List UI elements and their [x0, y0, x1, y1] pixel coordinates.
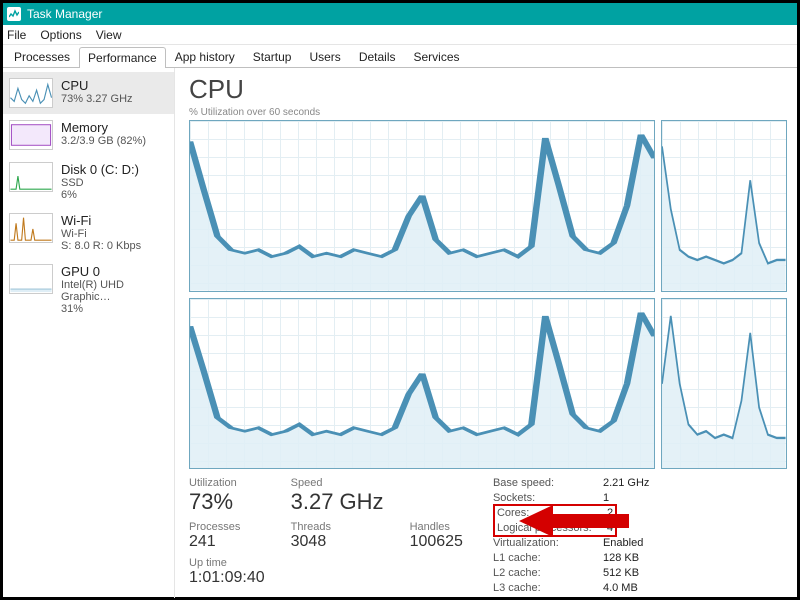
- speed-value: 3.27 GHz: [291, 489, 384, 515]
- menu-view[interactable]: View: [96, 28, 122, 42]
- gpu-thumb-icon: [9, 264, 53, 294]
- wifi-thumb-icon: [9, 213, 53, 243]
- sidebar-item-memory[interactable]: Memory 3.2/3.9 GB (82%): [3, 114, 174, 156]
- sidebar-item-wifi[interactable]: Wi-Fi Wi-Fi S: 8.0 R: 0 Kbps: [3, 207, 174, 258]
- cpu-thumb-icon: [9, 78, 53, 108]
- sidebar-item-sub2: S: 8.0 R: 0 Kbps: [61, 240, 141, 252]
- sidebar-item-gpu[interactable]: GPU 0 Intel(R) UHD Graphic… 31%: [3, 258, 174, 321]
- sidebar-item-sub2: 31%: [61, 303, 168, 315]
- l1-value: 128 KB: [603, 552, 649, 564]
- handles-value: 100625: [410, 533, 463, 551]
- base-speed-label: Base speed:: [493, 477, 603, 489]
- tab-details[interactable]: Details: [350, 46, 405, 67]
- threads-value: 3048: [291, 533, 384, 551]
- menu-bar: File Options View: [3, 25, 797, 45]
- tab-performance[interactable]: Performance: [79, 47, 166, 68]
- speed-label: Speed: [291, 477, 384, 489]
- sidebar-item-disk[interactable]: Disk 0 (C: D:) SSD 6%: [3, 156, 174, 207]
- content-area: CPU 73% 3.27 GHz Memory 3.2/3.9 GB (82%)…: [3, 68, 797, 598]
- processes-label: Processes: [189, 521, 265, 533]
- tab-startup[interactable]: Startup: [244, 46, 301, 67]
- sidebar-item-label: GPU 0: [61, 264, 168, 279]
- uptime-label: Up time: [189, 557, 265, 569]
- sidebar-item-label: Disk 0 (C: D:): [61, 162, 139, 177]
- tab-app-history[interactable]: App history: [166, 46, 244, 67]
- chart-grid: [189, 120, 787, 469]
- l3-label: L3 cache:: [493, 582, 603, 594]
- menu-options[interactable]: Options: [40, 28, 81, 42]
- cpu-info-table: Base speed: 2.21 GHz Sockets: 1: [493, 477, 649, 504]
- sidebar-item-sub: SSD: [61, 177, 139, 189]
- l1-label: L1 cache:: [493, 552, 603, 564]
- cpu-chart-core1-long: [189, 298, 655, 470]
- cpu-chart-core0-long: [189, 120, 655, 292]
- tab-strip: Processes Performance App history Startu…: [3, 45, 797, 67]
- memory-thumb-icon: [9, 120, 53, 150]
- tab-processes[interactable]: Processes: [5, 46, 79, 67]
- sidebar-item-cpu[interactable]: CPU 73% 3.27 GHz: [3, 72, 174, 114]
- sidebar-item-sub: 73% 3.27 GHz: [61, 93, 133, 105]
- sidebar: CPU 73% 3.27 GHz Memory 3.2/3.9 GB (82%)…: [3, 68, 175, 598]
- sidebar-item-label: Wi-Fi: [61, 213, 141, 228]
- app-icon: [7, 7, 21, 21]
- page-title: CPU: [189, 74, 787, 105]
- utilization-label: Utilization: [189, 477, 265, 489]
- sidebar-item-label: CPU: [61, 78, 133, 93]
- cpu-chart-core1-short: [661, 298, 787, 470]
- l3-value: 4.0 MB: [603, 582, 649, 594]
- l2-value: 512 KB: [603, 567, 649, 579]
- sidebar-item-sub2: 6%: [61, 189, 139, 201]
- title-bar: Task Manager: [3, 3, 797, 25]
- tab-users[interactable]: Users: [300, 46, 349, 67]
- handles-label: Handles: [410, 521, 463, 533]
- menu-file[interactable]: File: [7, 28, 26, 42]
- disk-thumb-icon: [9, 162, 53, 192]
- sidebar-item-sub: Wi-Fi: [61, 228, 141, 240]
- tab-services[interactable]: Services: [405, 46, 469, 67]
- sidebar-item-sub: 3.2/3.9 GB (82%): [61, 135, 146, 147]
- processes-value: 241: [189, 533, 265, 551]
- chart-caption: % Utilization over 60 seconds: [189, 107, 787, 118]
- cpu-chart-core0-short: [661, 120, 787, 292]
- uptime-value: 1:01:09:40: [189, 569, 265, 587]
- main-panel: CPU % Utilization over 60 seconds Utiliz…: [175, 68, 797, 598]
- sidebar-item-sub: Intel(R) UHD Graphic…: [61, 279, 168, 303]
- l2-label: L2 cache:: [493, 567, 603, 579]
- threads-label: Threads: [291, 521, 384, 533]
- stats-panel: Utilization 73% Processes 241 Up time 1:…: [189, 469, 787, 594]
- base-speed-value: 2.21 GHz: [603, 477, 649, 489]
- utilization-value: 73%: [189, 489, 265, 515]
- sidebar-item-label: Memory: [61, 120, 146, 135]
- annotation-arrow-icon: [519, 501, 629, 544]
- window-title: Task Manager: [27, 7, 102, 21]
